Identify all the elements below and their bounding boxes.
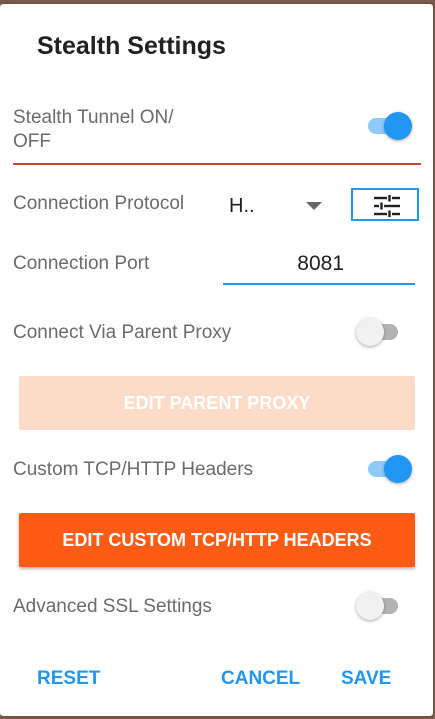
custom-headers-label: Custom TCP/HTTP Headers (13, 459, 254, 480)
reset-button[interactable]: RESET (37, 668, 100, 690)
edit-parent-proxy-button: EDIT PARENT PROXY (19, 376, 415, 430)
advanced-ssl-toggle[interactable] (356, 589, 404, 621)
toggle-thumb (384, 455, 412, 483)
dropdown-arrow-icon[interactable] (306, 202, 322, 210)
section-divider (13, 163, 421, 165)
stealth-tunnel-label-line1: Stealth Tunnel ON/ (13, 107, 174, 128)
parent-proxy-label: Connect Via Parent Proxy (13, 322, 232, 343)
toggle-thumb (356, 318, 384, 346)
tune-icon (374, 195, 400, 217)
toggle-thumb (384, 112, 412, 140)
connection-protocol-value[interactable]: H.. (229, 195, 255, 218)
custom-headers-toggle[interactable] (364, 452, 412, 484)
toggle-thumb (356, 592, 384, 620)
save-button[interactable]: SAVE (341, 668, 391, 690)
connection-protocol-label: Connection Protocol (13, 193, 185, 214)
advanced-ssl-label: Advanced SSL Settings (13, 596, 212, 617)
connection-port-input[interactable]: 8081 (223, 252, 344, 276)
cancel-button[interactable]: CANCEL (221, 668, 300, 690)
protocol-settings-button[interactable] (351, 188, 419, 221)
parent-proxy-toggle[interactable] (356, 315, 404, 347)
stealth-settings-dialog: Stealth Settings Stealth Tunnel ON/ OFF … (0, 4, 433, 716)
edit-custom-headers-button[interactable]: EDIT CUSTOM TCP/HTTP HEADERS (19, 513, 415, 567)
connection-port-underline (223, 283, 415, 285)
stealth-tunnel-label: Stealth Tunnel ON/ OFF (13, 106, 174, 154)
connection-port-label: Connection Port (13, 253, 150, 274)
stealth-tunnel-toggle[interactable] (364, 109, 412, 141)
stealth-tunnel-label-line2: OFF (13, 131, 51, 152)
dialog-title: Stealth Settings (37, 32, 226, 60)
